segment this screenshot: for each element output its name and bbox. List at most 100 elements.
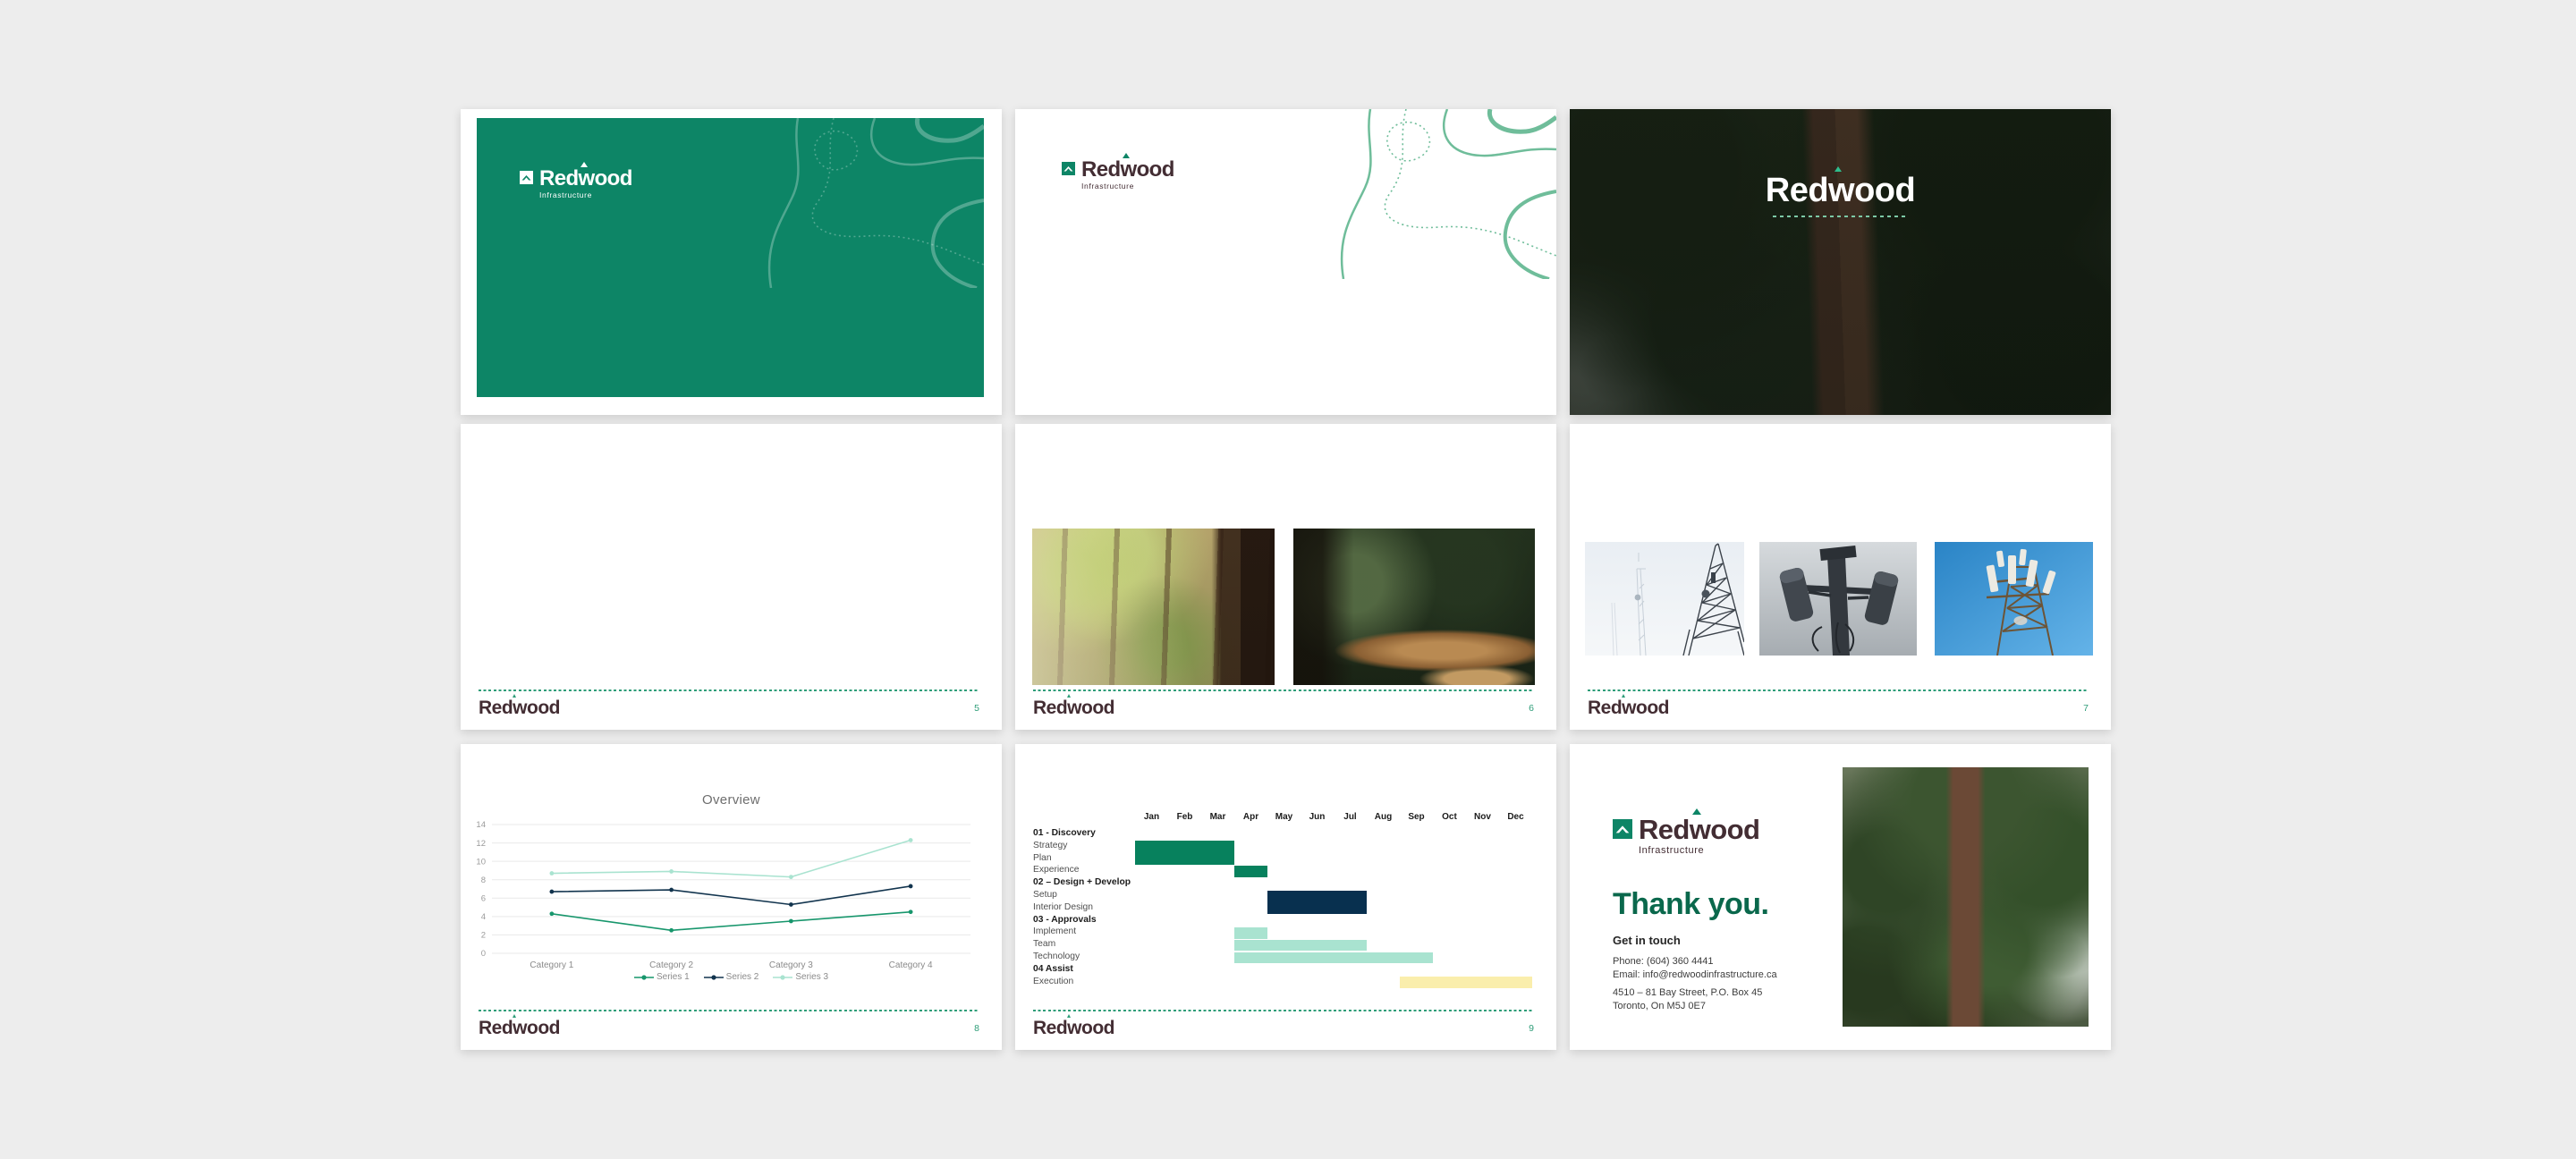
slide-tower-photos[interactable]: Redwood 7: [1570, 424, 2111, 730]
series-line: [552, 840, 911, 876]
logo-caret-accent: [1067, 1014, 1071, 1018]
data-point[interactable]: [789, 902, 793, 907]
gantt-group-label: 04 Assist: [1033, 964, 1073, 974]
y-tick-label: 10: [476, 857, 486, 867]
chart-legend: Series 1 Series 2 Series 3: [461, 972, 1002, 982]
month-label: Nov: [1466, 812, 1499, 822]
gantt-row-label: Execution: [1033, 977, 1073, 986]
gantt-bar[interactable]: [1267, 891, 1367, 915]
cover-title-text: Redwood: [1766, 172, 1915, 209]
contact-address-line1: 4510 – 81 Bay Street, P.O. Box 45: [1613, 986, 1762, 1000]
data-point[interactable]: [909, 909, 913, 914]
series-line: [552, 912, 911, 931]
logo-wordmark: Redwood: [539, 168, 632, 190]
slide-thank-you[interactable]: Redwood Infrastructure Thank you. Get in…: [1570, 744, 2111, 1050]
gantt-bar[interactable]: [1135, 841, 1234, 865]
gantt-row-label: Implement: [1033, 926, 1076, 936]
footer-brand: Redwood: [479, 698, 560, 719]
contact-email[interactable]: Email: info@redwoodinfrastructure.ca: [1613, 969, 1777, 982]
month-label: Jun: [1301, 812, 1334, 822]
data-point[interactable]: [669, 869, 674, 874]
footer-divider: [479, 1010, 979, 1011]
data-point[interactable]: [549, 871, 554, 876]
lattice-towers-fog-photo: [1585, 542, 1744, 656]
logo-caret-accent: [1835, 166, 1842, 172]
gantt-row-label: Setup: [1033, 890, 1057, 900]
logo-caret-accent: [1067, 694, 1071, 698]
slide-cover-green[interactable]: Redwood Infrastructure: [461, 109, 1002, 415]
gantt-row-label: Team: [1033, 939, 1055, 949]
logo-wordmark: Redwood: [1639, 816, 1759, 843]
gantt-row-label: Interior Design: [1033, 902, 1093, 912]
legend-marker: [773, 974, 792, 981]
category-label: Category 4: [889, 960, 933, 970]
topographic-contours-decoration: [733, 118, 984, 288]
slide-overview-chart[interactable]: Overview 02468101214Category 1Category 2…: [461, 744, 1002, 1050]
gantt-group-label: 03 - Approvals: [1033, 915, 1097, 925]
gantt-chart: JanFebMarAprMayJunJulAugSepOctNovDec01 -…: [1033, 812, 1538, 995]
y-tick-label: 8: [481, 876, 486, 885]
gantt-bar[interactable]: [1234, 952, 1433, 964]
logo-tagline: Infrastructure: [539, 191, 632, 199]
y-tick-label: 2: [481, 931, 486, 941]
data-point[interactable]: [909, 838, 913, 842]
topographic-contours-decoration: [1306, 109, 1556, 279]
legend-label: Series 3: [795, 972, 828, 982]
y-tick-label: 12: [476, 839, 486, 849]
footer-divider: [1588, 689, 2089, 691]
data-point[interactable]: [669, 928, 674, 933]
y-tick-label: 4: [481, 912, 486, 922]
series-line: [552, 886, 911, 905]
data-point[interactable]: [789, 875, 793, 879]
month-label: Aug: [1367, 812, 1400, 822]
logo-caret-accent: [1622, 694, 1625, 698]
gantt-row-label: Strategy: [1033, 841, 1067, 850]
slide-gantt[interactable]: JanFebMarAprMayJunJulAugSepOctNovDec01 -…: [1015, 744, 1556, 1050]
gantt-row-label: Experience: [1033, 865, 1080, 875]
redwood-forest-photo: [1570, 109, 2111, 415]
green-cover-panel: Redwood Infrastructure: [477, 118, 984, 397]
logo-caret-accent: [513, 1014, 516, 1018]
redwood-tree-photo: [1843, 767, 2089, 1027]
redwood-logo: Redwood Infrastructure: [1062, 159, 1174, 190]
footer-divider: [1033, 689, 1534, 691]
logo-caret-accent: [1123, 153, 1130, 158]
cell-tower-blue-sky-photo: [1935, 542, 2093, 656]
gantt-bar[interactable]: [1400, 977, 1532, 988]
legend-item[interactable]: Series 1: [634, 972, 690, 982]
slide-forest-photos[interactable]: Redwood 6: [1015, 424, 1556, 730]
month-label: Dec: [1499, 812, 1532, 822]
slide-sorter-canvas: { "background_color": "#EDEDED", "brand"…: [0, 0, 2576, 1159]
gantt-bar[interactable]: [1234, 866, 1267, 877]
data-point[interactable]: [549, 890, 554, 894]
data-point[interactable]: [669, 888, 674, 893]
redwood-logo-icon: [1062, 162, 1075, 175]
footer-divider: [479, 689, 979, 691]
dashed-underline-decoration: [1773, 216, 1909, 217]
legend-item[interactable]: Series 2: [704, 972, 759, 982]
legend-item[interactable]: Series 3: [773, 972, 828, 982]
data-point[interactable]: [789, 919, 793, 924]
cover-title: Redwood: [1766, 173, 1915, 207]
antenna-closeup-photo: [1759, 542, 1917, 656]
page-number: 5: [974, 703, 979, 714]
slide-cover-white[interactable]: Redwood Infrastructure: [1015, 109, 1556, 415]
gantt-bar[interactable]: [1234, 927, 1267, 939]
page-number: 9: [1529, 1023, 1534, 1034]
legend-marker: [634, 974, 654, 981]
slide-cover-photo[interactable]: Redwood: [1570, 109, 2111, 415]
gantt-row-label: Technology: [1033, 952, 1080, 961]
redwood-logo-icon: [520, 171, 533, 184]
get-in-touch-heading: Get in touch: [1613, 934, 1681, 947]
y-tick-label: 6: [481, 893, 486, 903]
slide-blank[interactable]: Redwood 5: [461, 424, 1002, 730]
gantt-bar[interactable]: [1234, 940, 1367, 952]
month-label: Oct: [1433, 812, 1466, 822]
logo-wordmark: Redwood: [1081, 159, 1174, 181]
category-label: Category 3: [769, 960, 813, 970]
page-number: 6: [1529, 703, 1534, 714]
data-point[interactable]: [549, 911, 554, 916]
forest-sunbeams-photo: [1032, 529, 1275, 685]
data-point[interactable]: [909, 884, 913, 889]
category-label: Category 2: [649, 960, 693, 970]
